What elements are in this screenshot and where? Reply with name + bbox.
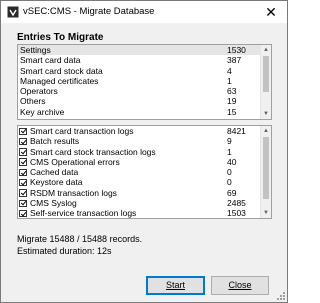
checkbox[interactable]	[19, 158, 27, 166]
list-item-count: 1503	[227, 208, 246, 218]
checkbox[interactable]	[19, 209, 27, 218]
list-item-label: Keystore data	[30, 177, 83, 188]
list-item-count: 1	[227, 75, 232, 86]
list-item-count: 19	[227, 96, 237, 107]
summary-list[interactable]: Settings 1530 Smart card data 387 Smart card…	[17, 44, 272, 120]
list-item-label: Batch results	[30, 136, 80, 147]
list-item-count: 69	[227, 187, 237, 198]
list-item[interactable]: Operators 63	[18, 86, 260, 96]
list-item-count: 1	[227, 146, 232, 157]
list-item[interactable]: Smart card transaction logs 8421	[18, 126, 260, 136]
log-rows: Smart card transaction logs 8421 Batch res…	[18, 126, 260, 218]
list-item-label: Others	[20, 96, 46, 107]
list-item-count: 387	[227, 55, 242, 66]
list-item-label: CMS Syslog	[30, 198, 77, 209]
list-item-count: 40	[227, 156, 237, 167]
list-item-label: Smart card transaction logs	[30, 126, 134, 136]
progress-text: Migrate 15488 / 15488 records.	[17, 234, 143, 244]
list-item[interactable]: Self-service transaction logs 1503	[18, 208, 260, 218]
list-item-label: Smart card data	[20, 55, 81, 66]
list-item-label: RSDM transaction logs	[30, 187, 117, 198]
summary-rows: Settings 1530 Smart card data 387 Smart card…	[18, 45, 260, 119]
list-item[interactable]: CMS Operational errors 40	[18, 157, 260, 167]
list-item[interactable]: Managed certificates 1	[18, 76, 260, 86]
list-item[interactable]: Batch results 9	[18, 136, 260, 146]
list-item-count: 0	[227, 167, 232, 178]
list-item-count: 63	[227, 86, 237, 97]
start-button-label: Start	[165, 280, 185, 290]
list-item-count: 0	[227, 177, 232, 188]
start-button[interactable]: Start	[146, 276, 205, 295]
list-item[interactable]: Cached data 0	[18, 167, 260, 177]
list-item-label: Managed certificates	[20, 75, 99, 86]
scroll-down-arrow-icon[interactable]: ▼	[261, 109, 271, 119]
checkbox[interactable]	[19, 148, 27, 156]
checkbox[interactable]	[19, 199, 27, 208]
list-item-count: 9	[227, 136, 232, 147]
summary-scrollbar[interactable]: ▲ ▼	[260, 45, 271, 119]
scroll-up-arrow-icon[interactable]: ▲	[261, 45, 271, 55]
list-item-label: Cached data	[30, 167, 79, 178]
list-item[interactable]: Settings 1530	[18, 45, 260, 56]
list-item-label: Smart card stock transaction logs	[30, 146, 156, 157]
scroll-thumb[interactable]	[263, 137, 269, 199]
vsec-cms-app-icon	[7, 6, 19, 18]
scroll-up-arrow-icon[interactable]: ▲	[261, 126, 271, 136]
close-button[interactable]: Close	[211, 276, 269, 295]
checkbox[interactable]	[19, 137, 27, 146]
list-item-count: 1530	[227, 45, 246, 55]
close-window-icon[interactable]: ✕	[263, 4, 279, 20]
list-item[interactable]: Others 19	[18, 96, 260, 106]
list-item-label: RSDM data	[20, 117, 64, 119]
window-title: vSEC:CMS - Migrate Database	[23, 6, 155, 17]
list-item[interactable]: RSDM data 15	[18, 117, 260, 119]
list-item-count: 15	[227, 117, 236, 119]
duration-text: Estimated duration: 12s	[17, 246, 112, 256]
list-item[interactable]: Smart card stock data 4	[18, 66, 260, 76]
list-item-label: CMS Operational errors	[30, 156, 120, 167]
checkbox[interactable]	[19, 168, 27, 177]
scroll-thumb[interactable]	[263, 56, 269, 92]
list-item[interactable]: Smart card data 387	[18, 55, 260, 65]
log-scrollbar[interactable]: ▲ ▼	[260, 126, 271, 218]
checkbox[interactable]	[19, 178, 27, 187]
resize-grip-icon[interactable]	[277, 292, 285, 300]
migrate-database-dialog: vSEC:CMS - Migrate Database ✕ Entries To…	[0, 0, 288, 303]
list-item[interactable]: Key archive 15	[18, 107, 260, 117]
title-bar[interactable]: vSEC:CMS - Migrate Database ✕	[1, 1, 287, 23]
list-item-label: Settings	[20, 45, 51, 55]
list-item-label: Key archive	[20, 106, 65, 117]
list-item-count: 8421	[227, 126, 246, 136]
list-item[interactable]: Keystore data 0	[18, 177, 260, 187]
list-item[interactable]: RSDM transaction logs 69	[18, 188, 260, 198]
list-item-label: Operators	[20, 86, 58, 97]
list-item-count: 4	[227, 65, 232, 76]
close-button-label: Close	[228, 280, 252, 290]
entries-heading: Entries To Migrate	[17, 32, 104, 43]
list-item-label: Smart card stock data	[20, 65, 103, 76]
checkbox[interactable]	[19, 189, 27, 197]
list-item-count: 2485	[227, 198, 246, 209]
list-item[interactable]: Smart card stock transaction logs 1	[18, 147, 260, 157]
scroll-down-arrow-icon[interactable]: ▼	[261, 208, 271, 218]
list-item-label: Self-service transaction logs	[30, 208, 137, 218]
checkbox[interactable]	[19, 127, 27, 135]
log-list[interactable]: Smart card transaction logs 8421 Batch res…	[17, 125, 272, 219]
list-item[interactable]: CMS Syslog 2485	[18, 198, 260, 208]
list-item-count: 15	[227, 106, 237, 117]
